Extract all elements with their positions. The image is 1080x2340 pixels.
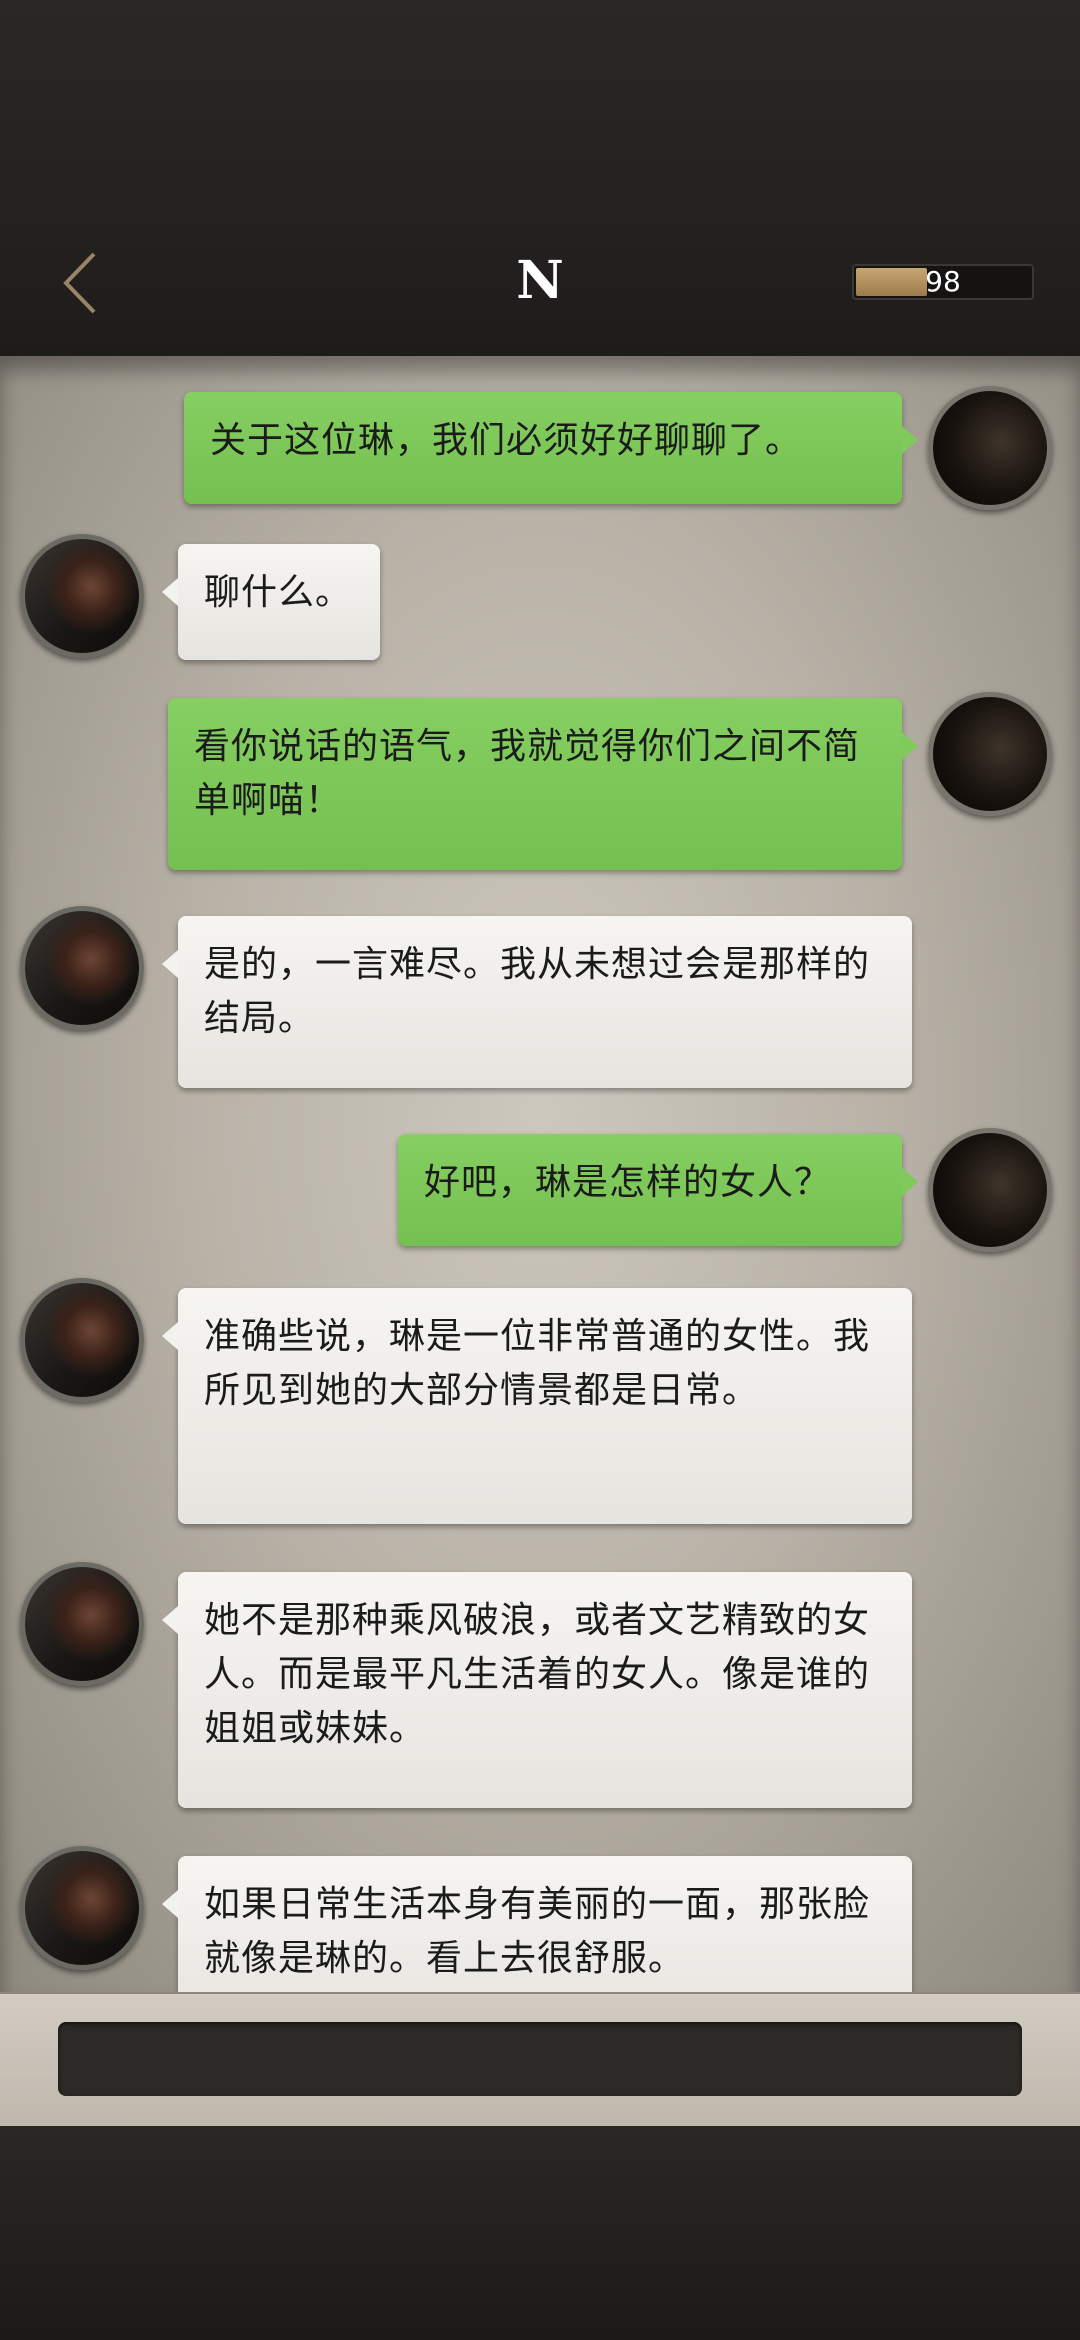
- energy-meter: 98: [852, 264, 1034, 300]
- message-bubble-received: 是的，一言难尽。我从未想过会是那样的结局。: [162, 916, 912, 1088]
- contact-avatar[interactable]: [20, 1562, 144, 1686]
- user-avatar[interactable]: [928, 692, 1052, 816]
- message-bubble-received: 她不是那种乘风破浪，或者文艺精致的女人。而是最平凡生活着的女人。像是谁的姐姐或妹…: [162, 1572, 912, 1808]
- message-bubble-sent: 看你说话的语气，我就觉得你们之间不简单啊喵！: [168, 698, 918, 870]
- message-bubble-sent: 好吧，琳是怎样的女人？: [398, 1134, 918, 1246]
- message-bubble-received: 准确些说，琳是一位非常普通的女性。我所见到她的大部分情景都是日常。: [162, 1288, 912, 1524]
- user-avatar[interactable]: [928, 386, 1052, 510]
- contact-avatar[interactable]: [20, 1278, 144, 1402]
- contact-avatar[interactable]: [20, 1846, 144, 1970]
- top-bar: N 98: [0, 0, 1080, 356]
- contact-avatar[interactable]: [20, 906, 144, 1030]
- message-bubble-received: 聊什么。: [162, 544, 380, 660]
- bottom-panel: [0, 2126, 1080, 2340]
- message-bubble-sent: 关于这位琳，我们必须好好聊聊了。: [184, 392, 918, 504]
- user-avatar[interactable]: [928, 1128, 1052, 1252]
- message-bubble-received: 如果日常生活本身有美丽的一面，那张脸就像是琳的。看上去很舒服。: [162, 1856, 912, 1992]
- message-input[interactable]: [58, 2022, 1022, 2096]
- input-bar: [0, 1992, 1080, 2128]
- energy-meter-value: 98: [925, 265, 961, 298]
- contact-avatar[interactable]: [20, 534, 144, 658]
- chat-area[interactable]: 关于这位琳，我们必须好好聊聊了。 聊什么。 看你说话的语气，我就觉得你们之间不简…: [0, 356, 1080, 1992]
